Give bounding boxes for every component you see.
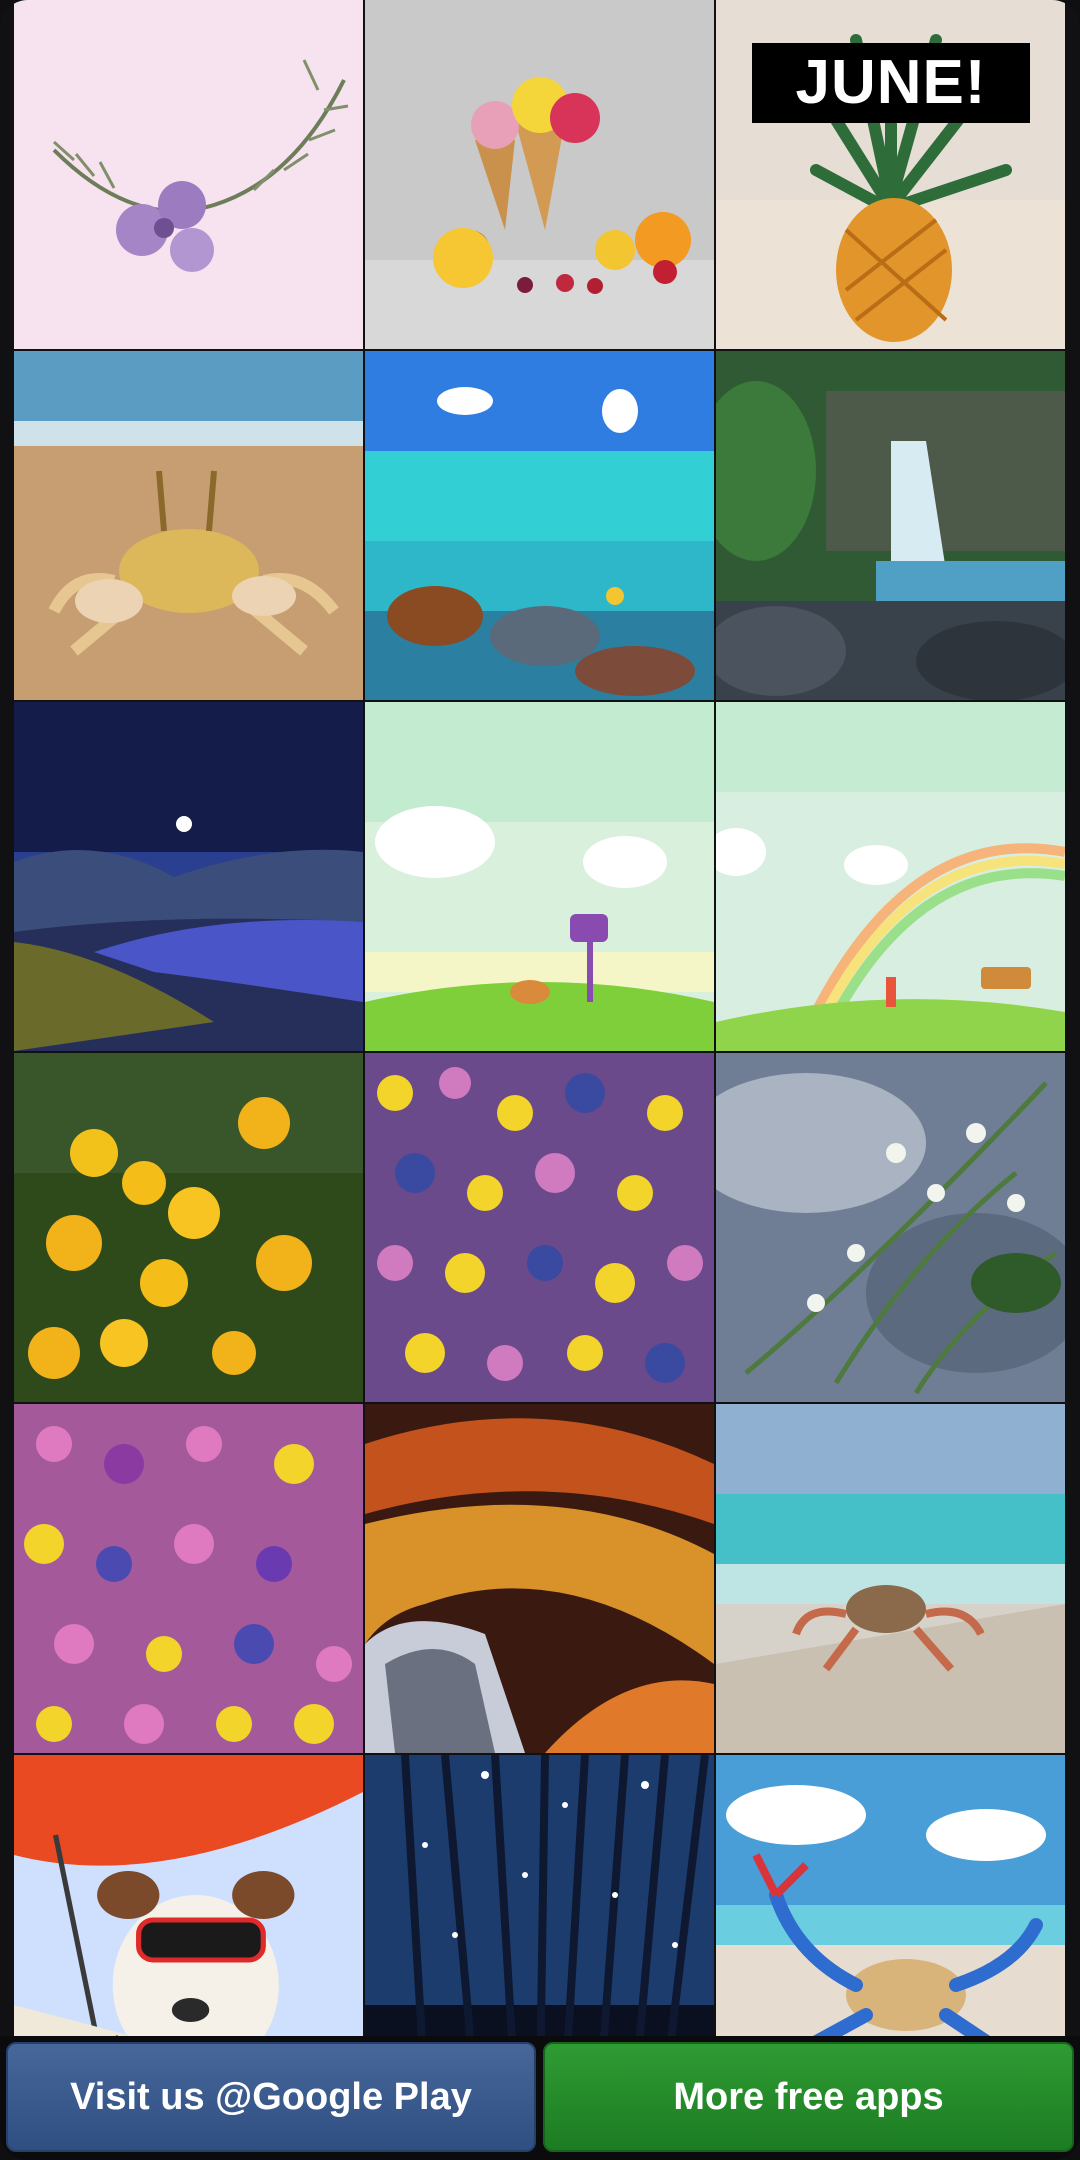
sea-turtle-image: [365, 351, 714, 700]
white-blossoms-image: [716, 1053, 1065, 1402]
google-play-button[interactable]: Visit us @Google Play: [6, 2042, 536, 2152]
wallpaper-thumbnail-flower-meadow[interactable]: [14, 1404, 363, 1753]
wallpaper-thumbnail-beach-crab[interactable]: [14, 351, 363, 700]
ice-cream-image: [365, 0, 714, 349]
wallpaper-grid: JUNE!: [14, 0, 1066, 2091]
driftwood-crab-image: [716, 1404, 1065, 1753]
beach-crab-image: [14, 351, 363, 700]
yellow-daisies-image: [14, 1053, 363, 1402]
wallpaper-thumbnail-yellow-daisies[interactable]: [14, 1053, 363, 1402]
wallpaper-thumbnail-cartoon-mailbox[interactable]: [365, 702, 714, 1051]
june-banner: JUNE!: [752, 43, 1030, 123]
night-valley-image: [14, 702, 363, 1051]
abstract-swirl-image: [365, 1404, 714, 1753]
cartoon-rainbow-image: [716, 702, 1065, 1051]
cartoon-mailbox-image: [365, 702, 714, 1051]
wallpaper-thumbnail-wildflowers[interactable]: [365, 1053, 714, 1402]
wallpaper-thumbnail-abstract-swirl[interactable]: [365, 1404, 714, 1753]
wallpaper-thumbnail-lavender[interactable]: [14, 0, 363, 349]
footer-bar: Visit us @Google Play More free apps: [0, 2036, 1080, 2160]
waterfall-image: [716, 351, 1065, 700]
wallpaper-thumbnail-sea-turtle[interactable]: [365, 351, 714, 700]
wallpaper-thumbnail-pineapple[interactable]: JUNE!: [716, 0, 1065, 349]
wallpaper-thumbnail-ice-cream[interactable]: [365, 0, 714, 349]
wildflowers-image: [365, 1053, 714, 1402]
wallpaper-thumbnail-cartoon-rainbow[interactable]: [716, 702, 1065, 1051]
wallpaper-thumbnail-night-valley[interactable]: [14, 702, 363, 1051]
wallpaper-thumbnail-driftwood-crab[interactable]: [716, 1404, 1065, 1753]
more-free-apps-button[interactable]: More free apps: [543, 2042, 1074, 2152]
wallpaper-thumbnail-white-blossoms[interactable]: [716, 1053, 1065, 1402]
wallpaper-thumbnail-waterfall[interactable]: [716, 351, 1065, 700]
lavender-image: [14, 0, 363, 349]
flower-meadow-image: [14, 1404, 363, 1753]
app-screen: JUNE! Visit us @Google Play More free ap…: [0, 0, 1080, 2160]
